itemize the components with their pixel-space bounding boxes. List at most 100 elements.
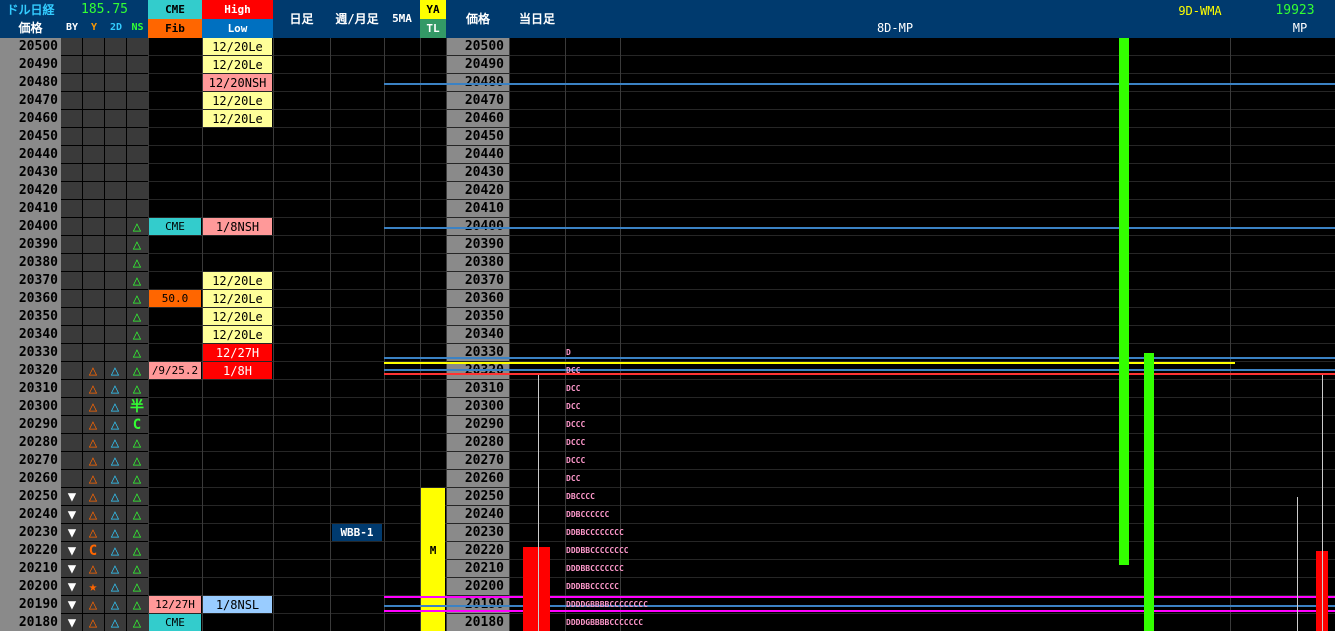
grid-row-line (148, 109, 1335, 110)
price-cell-2: 20340 (447, 326, 509, 344)
price-cell: 20180 (0, 614, 61, 631)
mark-cell-bg (61, 290, 82, 307)
mark-cell-bg (105, 236, 126, 253)
price-cell: 20420 (0, 182, 61, 200)
triangle-mark: △ (132, 363, 142, 379)
triangle-mark: △ (88, 363, 98, 379)
triangle-mark: △ (132, 453, 142, 469)
price-cell: 20470 (0, 92, 61, 110)
mp8d-label: 8D-MP (876, 21, 914, 35)
price-cell-2: 20430 (447, 164, 509, 182)
price-cell: 20200 (0, 578, 61, 596)
mark-cell-bg (83, 74, 104, 91)
grid-row-line (148, 253, 1335, 254)
grid-row-line (148, 217, 1335, 218)
mark-cell-bg (61, 416, 82, 433)
mark-cell-bg (83, 308, 104, 325)
tpo-letters: DDDBBCCCCCCC (566, 564, 624, 573)
mark-cell-bg (61, 182, 82, 199)
down-triangle-mark: ▼ (67, 579, 77, 595)
triangle-mark: △ (88, 417, 98, 433)
price-cell: 20300 (0, 398, 61, 416)
triangle-mark: △ (110, 561, 120, 577)
mark-cell-bg (105, 38, 126, 55)
mark-cell-bg (105, 110, 126, 127)
tpo-letters: DDBBCCCCCCCC (566, 528, 624, 537)
price-cell: 20190 (0, 596, 61, 614)
triangle-mark: △ (88, 597, 98, 613)
high-low-label: 12/20Le (203, 92, 272, 109)
triangle-mark: △ (132, 435, 142, 451)
triangle-mark: △ (110, 543, 120, 559)
price-cell: 20240 (0, 506, 61, 524)
price-cell: 20360 (0, 290, 61, 308)
triangle-mark: △ (88, 489, 98, 505)
high-low-label: 12/20Le (203, 272, 272, 289)
down-triangle-mark: ▼ (67, 525, 77, 541)
mark-cell-bg (127, 56, 148, 73)
grid-col-line (148, 38, 149, 631)
triangle-mark: △ (132, 579, 142, 595)
mark-cell-bg (83, 218, 104, 235)
tl-header-label: TL (426, 22, 440, 35)
mark-cell-bg (105, 128, 126, 145)
down-triangle-mark: ▼ (67, 507, 77, 523)
mark-cell-bg (61, 38, 82, 55)
triangle-mark: △ (88, 615, 98, 631)
mark-cell-bg (105, 182, 126, 199)
high-low-label: 1/8NSL (203, 596, 272, 613)
triangle-mark: △ (132, 543, 142, 559)
cme-fib-label: CME (149, 218, 201, 235)
grid-row-line (148, 541, 1335, 542)
triangle-mark: △ (88, 399, 98, 415)
grid-col-line (273, 38, 274, 631)
mark-cell-bg (61, 344, 82, 361)
grid-row-line (148, 325, 1335, 326)
mark-cell-bg (127, 146, 148, 163)
mark-cell-bg (61, 236, 82, 253)
mp-value: 19923 (1275, 3, 1315, 18)
price-cell: 20370 (0, 272, 61, 290)
mark-cell-bg (61, 308, 82, 325)
mark-cell-bg (61, 452, 82, 469)
price-cell-2: 20270 (447, 452, 509, 470)
price-cell-2: 20490 (447, 56, 509, 74)
price-cell: 20280 (0, 434, 61, 452)
price-cell-2: 20290 (447, 416, 509, 434)
mark-cell-bg (83, 56, 104, 73)
grid-row-line (148, 397, 1335, 398)
tpo-letters: DCC (566, 366, 581, 375)
triangle-mark: △ (88, 381, 98, 397)
high-low-label: 12/20Le (203, 110, 272, 127)
candle-wick (1322, 375, 1323, 631)
triangle-mark: C (132, 417, 142, 433)
down-triangle-mark: ▼ (67, 561, 77, 577)
mark-cell-bg (83, 164, 104, 181)
price-cell-2: 20410 (447, 200, 509, 218)
triangle-mark: △ (110, 363, 120, 379)
price-cell: 20350 (0, 308, 61, 326)
grid-col-line (509, 38, 510, 631)
col-ns: NS (131, 22, 144, 33)
mark-cell-bg (83, 236, 104, 253)
triangle-mark: △ (110, 615, 120, 631)
price-cell: 20220 (0, 542, 61, 560)
mark-cell-bg (127, 110, 148, 127)
mark-cell-bg (61, 470, 82, 487)
price-cell-2: 20260 (447, 470, 509, 488)
mark-cell-bg (105, 164, 126, 181)
triangle-mark: 半 (130, 399, 144, 415)
triangle-mark: △ (110, 579, 120, 595)
high-low-label: 1/8NSH (203, 218, 272, 235)
grid-row-line (148, 577, 1335, 578)
mark-cell-bg (105, 74, 126, 91)
triangle-mark: △ (132, 597, 142, 613)
tpo-letters: DCC (566, 474, 581, 483)
price-cell: 20460 (0, 110, 61, 128)
mark-cell-bg (105, 218, 126, 235)
mark-cell-bg (61, 398, 82, 415)
mark-cell-bg (61, 56, 82, 73)
mark-cell-bg (61, 92, 82, 109)
triangle-mark: △ (132, 561, 142, 577)
grid-col-line (384, 38, 385, 631)
